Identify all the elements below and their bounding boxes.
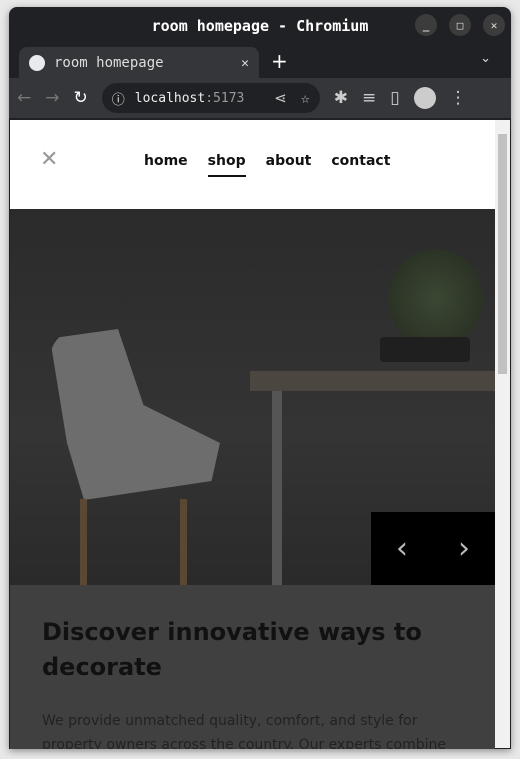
favicon-icon — [29, 55, 45, 71]
nav-link-home[interactable]: home — [144, 153, 188, 177]
side-panel-icon[interactable]: ▯ — [390, 88, 399, 108]
address-bar[interactable]: ⓘ localhost:5173 ⋖ ☆ — [101, 83, 320, 113]
url-host: localhost — [134, 90, 206, 106]
table-leg — [272, 391, 282, 585]
tab-search-button[interactable]: ⌄ — [480, 51, 491, 66]
white-chair — [50, 329, 220, 500]
nav-link-about[interactable]: about — [266, 153, 312, 177]
extensions-icon[interactable]: ✱ — [334, 88, 348, 108]
table — [250, 371, 495, 391]
slider-controls: ‹ › — [371, 512, 495, 585]
plant-pot — [380, 337, 470, 362]
forward-icon[interactable]: → — [45, 88, 59, 108]
chair-leg — [180, 499, 187, 585]
title-bar: room homepage - Chromium _ □ ✕ — [9, 7, 511, 45]
close-menu-icon[interactable]: ✕ — [40, 147, 58, 172]
bookmark-star-icon[interactable]: ☆ — [301, 89, 310, 107]
menu-kebab-icon[interactable]: ⋮ — [450, 88, 467, 108]
web-page: ✕ home shop about contact ‹ › Discover i… — [10, 120, 495, 749]
hero-body: We provide unmatched quality, comfort, a… — [42, 713, 446, 749]
profile-avatar-icon[interactable] — [413, 87, 436, 109]
hero-image: ‹ › — [10, 209, 495, 585]
new-tab-button[interactable]: + — [271, 49, 288, 73]
reload-icon[interactable]: ↻ — [74, 88, 88, 108]
hero-heading: Discover innovative ways to decorate — [42, 618, 422, 681]
prev-arrow-icon[interactable]: ‹ — [396, 531, 408, 566]
chair-leg — [80, 499, 87, 585]
scrollbar-thumb[interactable] — [498, 134, 507, 374]
maximize-button[interactable]: □ — [449, 14, 471, 36]
nav-link-contact[interactable]: contact — [331, 153, 390, 177]
media-icon[interactable]: ≡ — [362, 88, 376, 108]
browser-tab[interactable]: room homepage ✕ — [19, 47, 259, 79]
site-nav: ✕ home shop about contact — [10, 120, 495, 209]
page-scrollbar[interactable] — [495, 120, 510, 748]
bonsai-plant — [388, 249, 483, 349]
share-icon[interactable]: ⋖ — [274, 89, 287, 107]
window-title: room homepage - Chromium — [151, 17, 369, 35]
next-arrow-icon[interactable]: › — [458, 531, 470, 566]
info-icon[interactable]: ⓘ — [112, 89, 125, 108]
minimize-button[interactable]: _ — [415, 14, 437, 36]
back-icon[interactable]: ← — [17, 88, 31, 108]
url-port: :5173 — [205, 90, 245, 106]
close-window-button[interactable]: ✕ — [483, 14, 505, 36]
nav-link-shop[interactable]: shop — [207, 153, 246, 177]
tab-title: room homepage — [54, 55, 164, 71]
tab-close-icon[interactable]: ✕ — [241, 56, 249, 71]
